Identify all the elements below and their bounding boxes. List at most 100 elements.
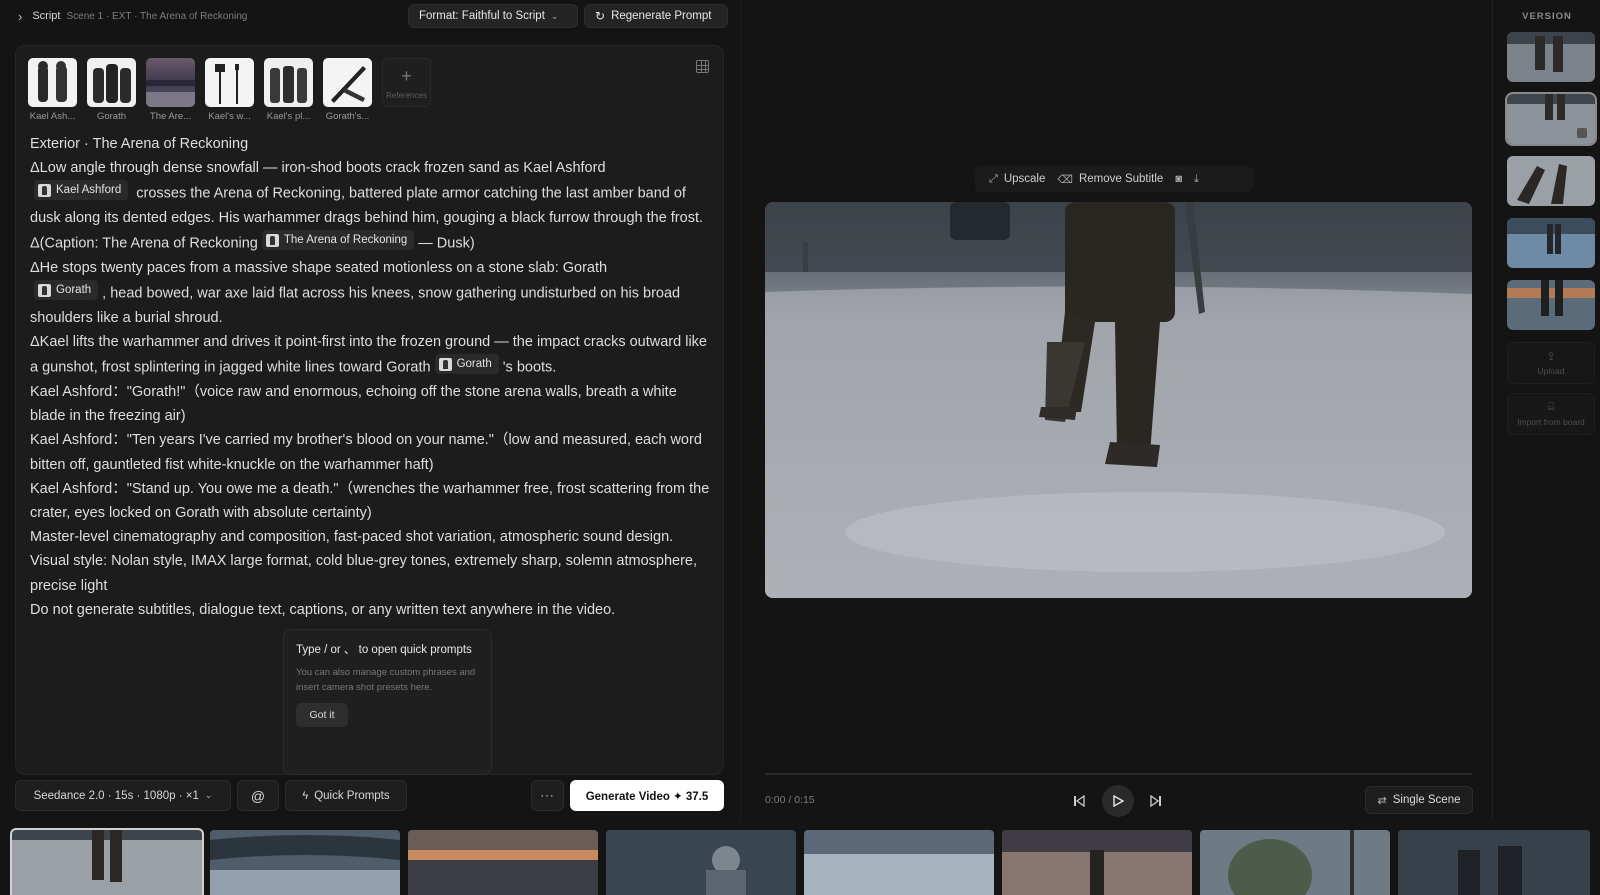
seek-bar[interactable]	[765, 773, 1472, 775]
scene-frame[interactable]	[1398, 830, 1590, 895]
breadcrumb: › Script Scene 1 · EXT · The Arena of Re…	[0, 9, 247, 24]
script-paragraph: ΔHe stops twenty paces from a massive sh…	[30, 256, 710, 330]
generate-video-button[interactable]: Generate Video ✦ 37.5	[570, 780, 724, 811]
quick-prompts-label: Quick Prompts	[314, 789, 390, 802]
upscale-label: Upscale	[1003, 173, 1046, 185]
regenerate-prompt-button[interactable]: ↻ Regenerate Prompt	[584, 4, 728, 28]
upscale-button[interactable]: ⤢ Upscale	[989, 173, 1045, 186]
import-from-board-button[interactable]: ⌸ Import from board	[1507, 393, 1595, 435]
script-editor: Kael Ash... Gorath The Are... Kael's w..…	[15, 45, 724, 775]
version-thumbnail[interactable]	[1507, 218, 1595, 268]
chevron-down-icon: ⌄	[550, 10, 559, 21]
dialogue-line: Kael Ashford："Stand up. You owe me a dea…	[30, 480, 710, 522]
tag-label: The Arena of Reckoning	[283, 234, 408, 247]
skip-back-icon[interactable]	[1063, 785, 1095, 817]
grid-icon[interactable]	[696, 60, 709, 73]
import-icon: ⌸	[1547, 401, 1555, 413]
more-options-button[interactable]: ···	[531, 780, 564, 811]
breadcrumb-scene: Scene 1 · EXT · The Arena of Reckoning	[66, 10, 248, 22]
scene-frame[interactable]	[1200, 830, 1390, 895]
reference-label: Kael's w...	[208, 111, 251, 122]
quick-prompts-button[interactable]: ϟ Quick Prompts	[285, 780, 407, 811]
chevron-down-icon: ⌄	[204, 790, 213, 800]
scene-frame[interactable]	[1002, 830, 1192, 895]
format-dropdown[interactable]: Format: Faithful to Script ⌄	[408, 4, 578, 28]
lightning-icon: ϟ	[302, 789, 309, 802]
script-text-span: crosses the Arena of Reckoning, battered…	[30, 185, 704, 227]
breadcrumb-section[interactable]: Script	[32, 10, 60, 22]
reference-thumbnail	[87, 58, 136, 107]
upload-label: Upload	[1537, 366, 1565, 376]
reference-thumbnail	[323, 58, 372, 107]
dialogue-line: Kael Ashford："Ten years I've carried my …	[30, 432, 702, 473]
generate-label: Generate Video ✦ 37.5	[585, 790, 709, 803]
reference-item[interactable]: Kael's pl...	[264, 58, 313, 122]
eraser-icon: ⌫	[1057, 173, 1073, 186]
reference-item[interactable]: Kael Ash...	[28, 58, 77, 122]
script-paragraph: ΔLow angle through dense snowfall — iron…	[30, 156, 710, 230]
version-thumbnail[interactable]	[1507, 280, 1595, 330]
character-icon	[38, 183, 51, 197]
scene-frame[interactable]	[408, 830, 598, 895]
at-icon: @	[250, 787, 266, 804]
add-reference-label: References	[386, 90, 427, 100]
skip-forward-icon[interactable]	[1140, 785, 1172, 817]
script-text-span: , head bowed, war axe laid flat across h…	[30, 285, 681, 326]
add-reference-tile: + References	[382, 58, 431, 107]
character-tag[interactable]: Gorath	[434, 354, 499, 375]
script-text-span: 's boots.	[502, 359, 557, 376]
script-text-span: ΔKael lifts the warhammer and drives it …	[30, 334, 707, 376]
reference-item[interactable]: Kael's w...	[205, 58, 254, 122]
style-line: Do not generate subtitles, dialogue text…	[30, 601, 616, 618]
mention-button[interactable]: @	[237, 780, 279, 811]
version-thumbnail[interactable]	[1507, 32, 1595, 82]
add-reference-button[interactable]: + References	[382, 58, 431, 122]
version-title: VERSION	[1522, 11, 1572, 22]
regenerate-label: Regenerate Prompt	[611, 10, 712, 22]
reference-item[interactable]: The Are...	[146, 58, 195, 122]
panel-divider	[740, 0, 741, 820]
format-label: Format: Faithful to Script	[419, 10, 545, 22]
scene-frame[interactable]	[210, 830, 400, 895]
script-text-span: — Dusk)	[418, 235, 475, 252]
character-icon	[438, 357, 452, 371]
script-text[interactable]: Exterior · The Arena of Reckoning ΔLow a…	[30, 132, 710, 622]
version-thumbnail-selected[interactable]	[1505, 92, 1597, 146]
scene-frame[interactable]	[804, 830, 994, 895]
scene-frame-selected[interactable]	[10, 828, 204, 895]
chevron-right-icon[interactable]: ›	[18, 9, 22, 24]
quick-prompt-tooltip: Type / or 、 to open quick prompts You ca…	[283, 629, 492, 775]
location-tag[interactable]: The Arena of Reckoning	[261, 230, 415, 251]
reference-item[interactable]: Gorath	[87, 58, 136, 122]
script-text-span: ΔHe stops twenty paces from a massive sh…	[30, 260, 608, 277]
time-display: 0:00 / 0:15	[765, 794, 815, 806]
video-preview[interactable]	[765, 202, 1472, 598]
play-icon[interactable]	[1102, 785, 1134, 817]
upload-button[interactable]: ⇪ Upload	[1507, 342, 1595, 384]
scene-frame[interactable]	[606, 830, 796, 895]
reference-item[interactable]: Gorath's...	[323, 58, 372, 122]
import-label: Import from board	[1517, 417, 1585, 427]
reference-thumbnail	[146, 58, 195, 107]
download-icon[interactable]: ⤓	[1194, 173, 1199, 186]
character-tag[interactable]: Gorath	[34, 280, 99, 301]
reference-thumbnail	[28, 58, 77, 107]
single-scene-button[interactable]: ⇄ Single Scene	[1365, 786, 1473, 814]
model-selector[interactable]: Seedance 2.0 · 15s · 1080p · ×1 ⌄	[15, 780, 231, 811]
model-label: Seedance 2.0 · 15s · 1080p · ×1	[33, 789, 199, 802]
script-paragraph: Δ(Caption: The Arena of Reckoning The Are…	[30, 230, 710, 256]
remove-subtitle-button[interactable]: ⌫ Remove Subtitle	[1057, 173, 1163, 186]
got-it-button[interactable]: Got it	[296, 703, 348, 727]
camera-icon[interactable]: ◙	[1175, 173, 1182, 185]
reference-thumbnail	[205, 58, 254, 107]
script-text-span: ΔLow angle through dense snowfall — iron…	[30, 160, 606, 177]
version-rail: VERSION ⇪ Upload ⌸ Import from board	[1492, 0, 1600, 820]
single-scene-label: Single Scene	[1392, 794, 1461, 806]
script-text-span: Δ(Caption: The Arena of Reckoning	[30, 235, 258, 252]
version-thumbnail[interactable]	[1507, 156, 1595, 206]
character-tag[interactable]: Kael Ashford	[34, 180, 129, 201]
more-icon: ···	[540, 789, 555, 802]
tag-label: Gorath	[456, 358, 492, 371]
upload-icon: ⇪	[1546, 351, 1556, 363]
preview-toolbar: ⤢ Upscale ⌫ Remove Subtitle ◙ ⤓	[975, 166, 1253, 192]
